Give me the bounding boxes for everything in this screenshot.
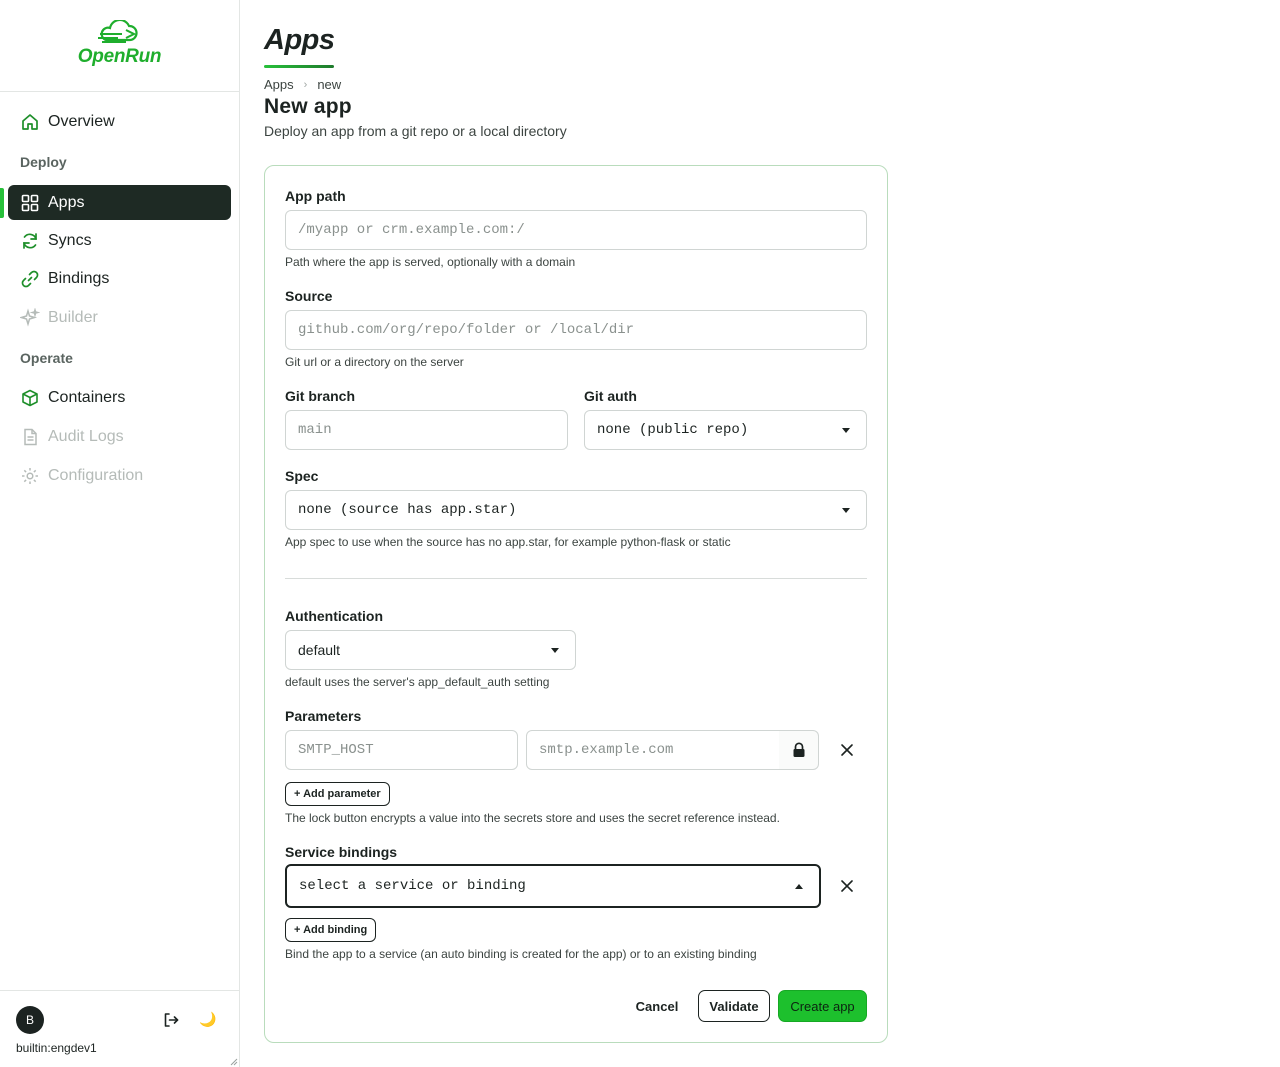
sidebar-item-syncs[interactable]: Syncs [8,223,231,258]
remove-parameter-button[interactable] [835,738,859,762]
encrypt-lock-button[interactable] [779,730,819,770]
parameter-value-input[interactable] [526,730,780,770]
service-bindings-label: Service bindings [285,844,398,860]
git-auth-select[interactable]: none (public repo) [584,410,867,450]
nav-section-operate: Operate [20,350,73,366]
sidebar-item-overview[interactable]: Overview [8,104,231,139]
grid-icon [20,193,40,213]
service-bindings-help: Bind the app to a service (an auto bindi… [285,947,757,961]
sidebar-item-builder: Builder [8,300,231,335]
active-indicator [0,188,4,218]
breadcrumb-new: new [317,77,342,92]
title-underline [264,65,334,68]
gear-icon [20,466,40,486]
sparkle-icon [20,307,40,328]
sidebar-item-containers[interactable]: Containers [8,380,231,415]
resize-handle-icon[interactable] [230,1058,238,1066]
caret-down-icon [842,428,850,433]
chevron-right-icon: › [303,78,308,91]
sidebar-item-label: Builder [48,308,98,326]
create-app-button[interactable]: Create app [778,990,867,1022]
service-binding-value: select a service or binding [299,878,526,894]
logout-icon [164,1013,179,1027]
box-icon [20,388,40,408]
git-auth-label: Git auth [584,388,637,404]
sidebar-item-audit-logs: Audit Logs [8,419,231,454]
link-icon [20,269,40,289]
user-name: builtin:engdev1 [16,1041,97,1055]
sidebar: OpenRun Overview Deploy Apps Syncs Bindi… [0,0,240,1067]
sidebar-item-label: Overview [48,112,115,130]
sidebar-item-label: Bindings [48,269,110,287]
logo[interactable]: OpenRun [0,0,239,92]
new-app-form: App path Path where the app is served, o… [264,165,888,1043]
logout-button[interactable] [160,1009,182,1031]
app-path-input[interactable] [285,210,867,250]
app-path-help: Path where the app is served, optionally… [285,255,576,269]
breadcrumb: Apps › new [264,77,341,92]
git-branch-label: Git branch [285,388,356,404]
sidebar-item-label: Configuration [48,466,144,484]
form-heading: New app [264,95,352,118]
add-parameter-button[interactable]: + Add parameter [285,782,390,806]
sidebar-item-label: Apps [48,193,85,211]
lock-icon [793,742,804,757]
nav-section-deploy: Deploy [20,154,67,170]
git-branch-input[interactable] [285,410,568,450]
sidebar-item-label: Audit Logs [48,427,124,445]
spec-value: none (source has app.star) [298,502,517,518]
sidebar-item-apps[interactable]: Apps [8,185,231,220]
app-path-label: App path [285,188,346,204]
sidebar-item-configuration: Configuration [8,458,231,493]
authentication-label: Authentication [285,608,383,624]
sidebar-item-bindings[interactable]: Bindings [8,261,231,296]
spec-label: Spec [285,468,319,484]
caret-up-icon [795,884,803,889]
page-title: Apps [264,24,335,56]
sidebar-item-label: Containers [48,388,126,406]
avatar[interactable]: B [16,1006,44,1034]
cancel-button[interactable]: Cancel [623,990,691,1022]
spec-select[interactable]: none (source has app.star) [285,490,867,530]
section-divider [285,578,867,579]
source-input[interactable] [285,310,867,350]
sidebar-footer: B builtin:engdev1 🌙 [0,990,239,1067]
service-binding-select[interactable]: select a service or binding [285,864,821,908]
authentication-select[interactable]: default [285,630,576,670]
add-binding-button[interactable]: + Add binding [285,918,377,942]
caret-down-icon [842,508,850,513]
close-icon [841,880,853,892]
form-subheading: Deploy an app from a git repo or a local… [264,123,567,139]
breadcrumb-apps[interactable]: Apps [264,77,294,92]
home-icon [20,112,40,132]
caret-down-icon [551,648,559,653]
close-icon [841,744,853,756]
git-auth-value: none (public repo) [597,422,749,438]
theme-toggle-button[interactable]: 🌙 [198,1009,218,1029]
source-help: Git url or a directory on the server [285,355,464,369]
parameters-label: Parameters [285,708,362,724]
refresh-icon [20,231,40,251]
remove-binding-button[interactable] [835,874,859,898]
source-label: Source [285,288,333,304]
logo-text: OpenRun [77,46,162,67]
document-icon [20,427,40,447]
parameters-help: The lock button encrypts a value into th… [285,811,780,825]
spec-help: App spec to use when the source has no a… [285,535,731,549]
sidebar-item-label: Syncs [48,231,92,249]
validate-button[interactable]: Validate [698,990,770,1022]
parameter-key-input[interactable] [285,730,518,770]
authentication-help: default uses the server's app_default_au… [285,675,550,689]
authentication-value: default [298,642,341,658]
cloud-logo-icon [98,20,138,43]
